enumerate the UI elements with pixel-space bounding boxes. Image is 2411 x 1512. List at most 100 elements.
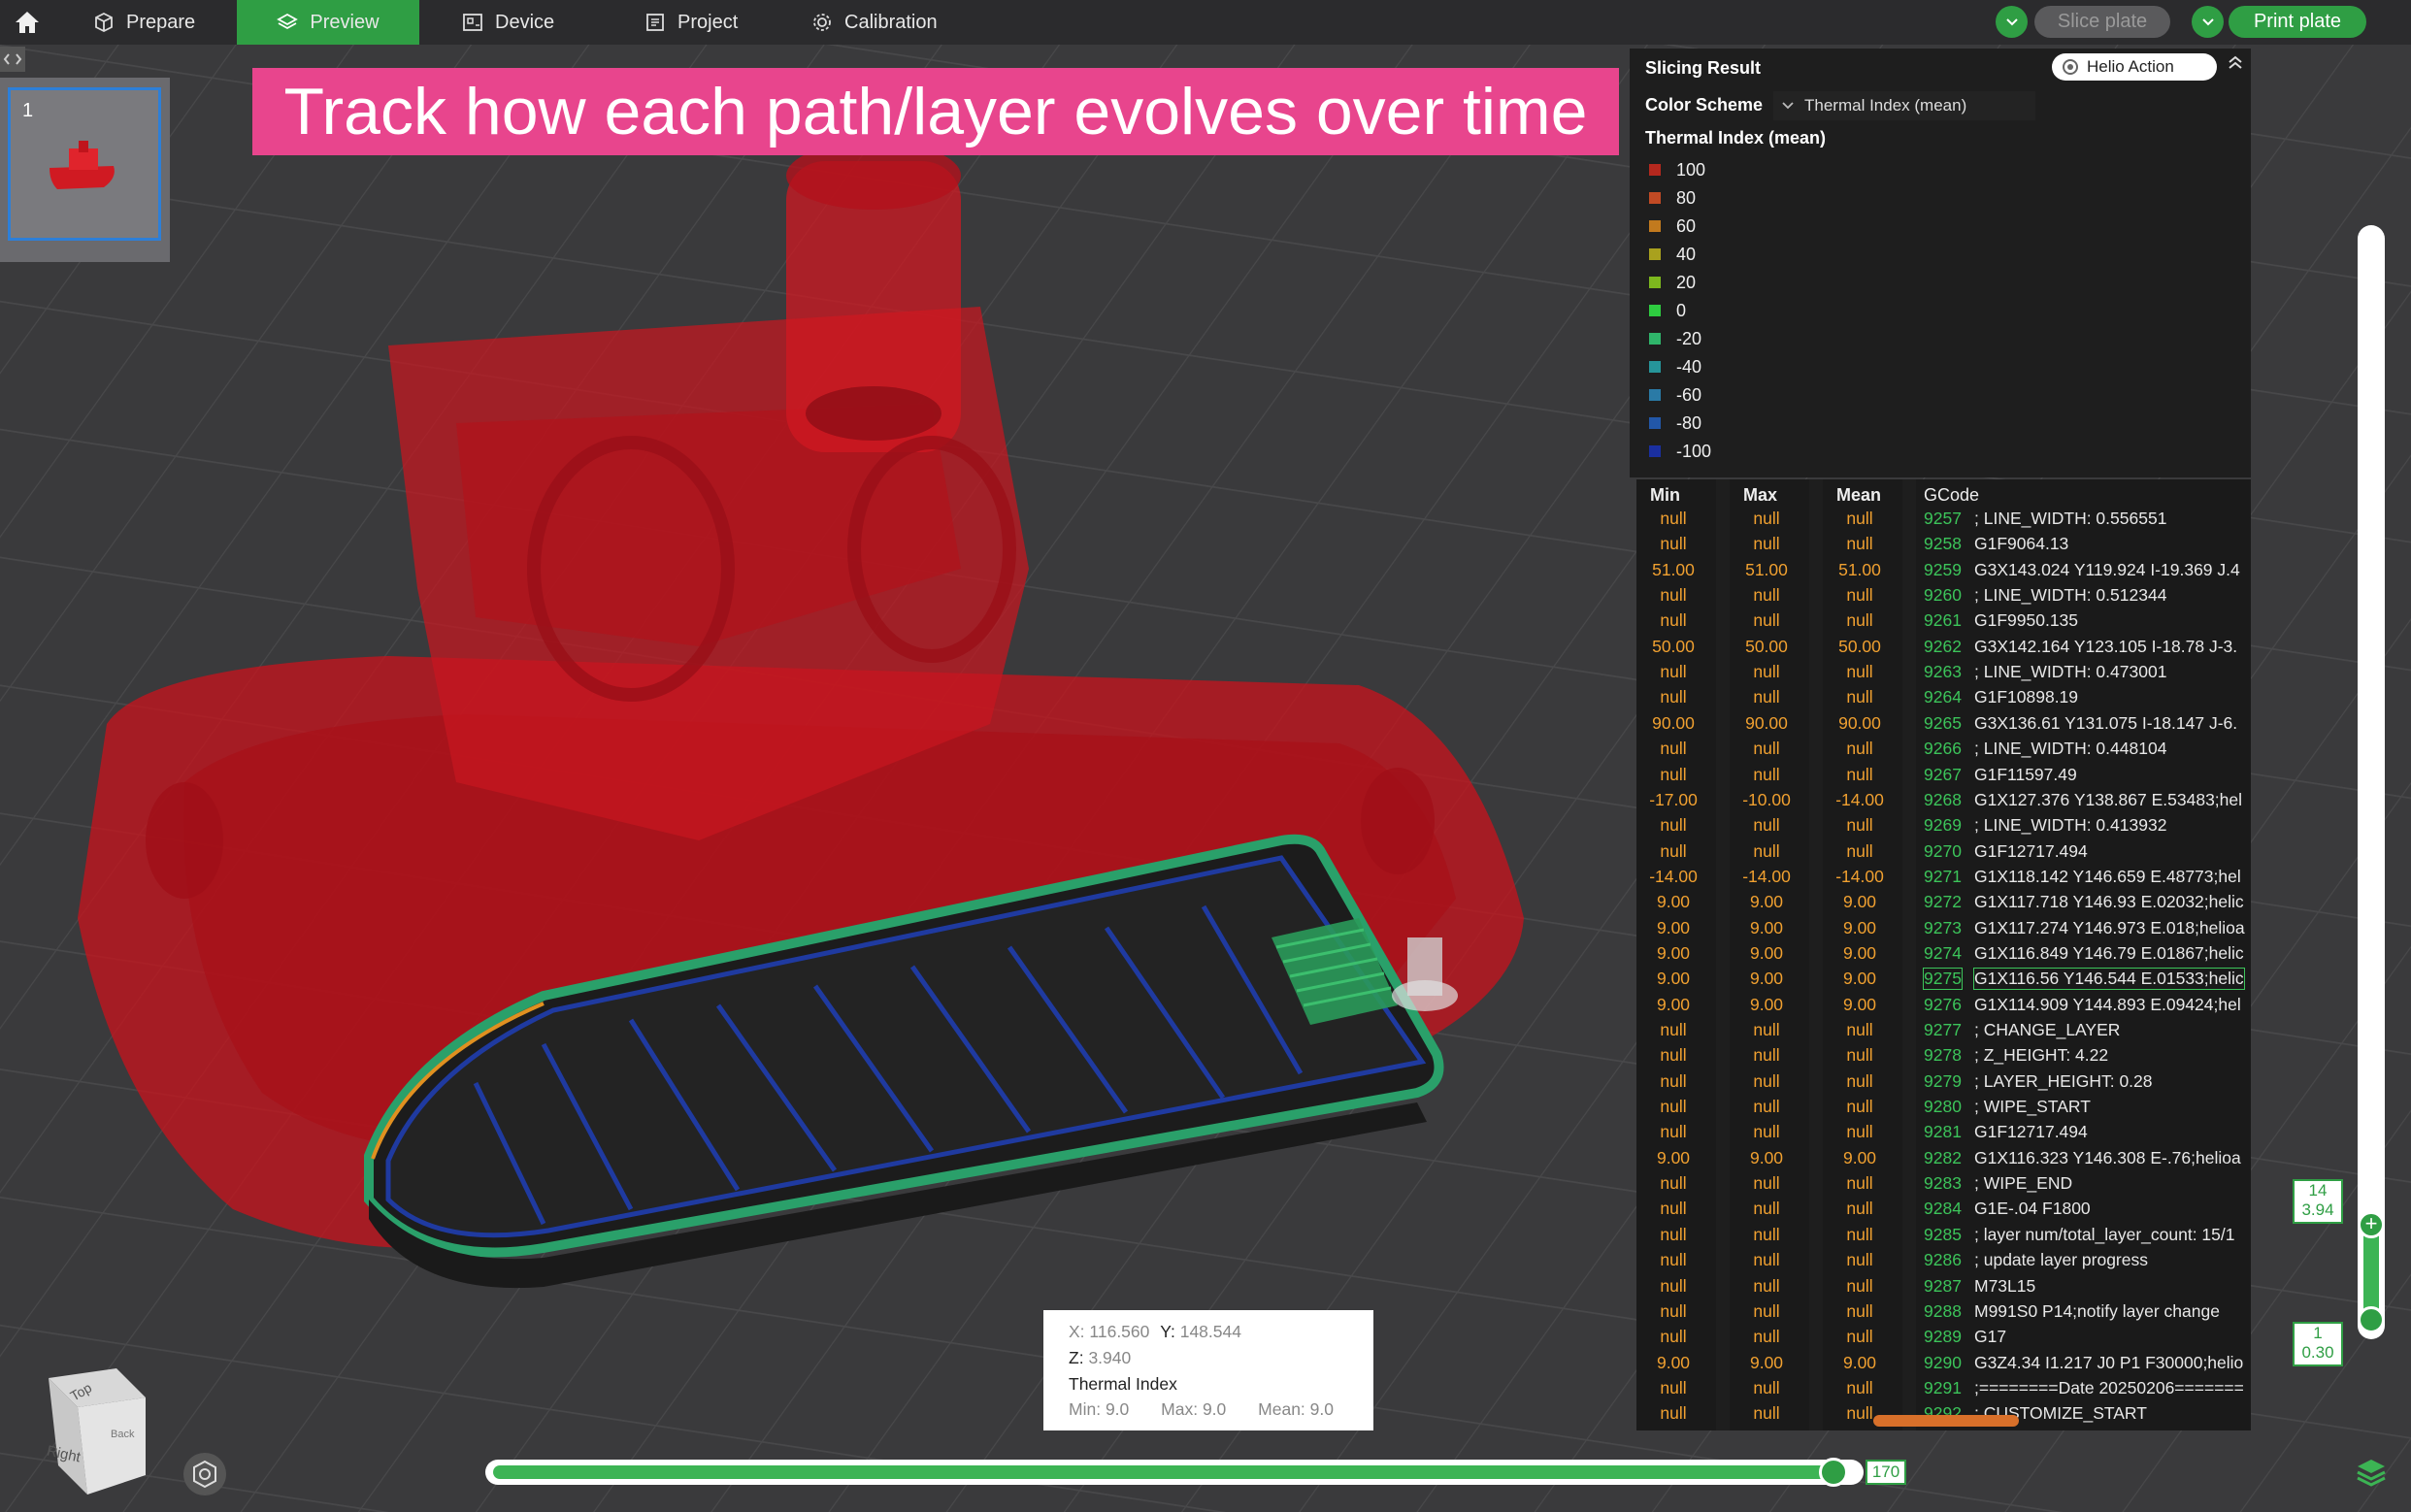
slice-dropdown-button[interactable] [1996, 6, 2028, 38]
legend-swatch [1649, 192, 1661, 204]
table-row[interactable]: null null null 9269 ; LINE_WIDTH: 0.413932 [1636, 815, 2251, 840]
cell-min: 51.00 [1652, 559, 1695, 579]
collapse-sidebar-button[interactable] [0, 47, 25, 72]
color-legend: 100 80 60 40 20 0 -20 -40 -60 -80 -100 [1630, 157, 2251, 461]
layer-move-slider[interactable]: 170 [485, 1456, 1906, 1489]
slice-plate-button[interactable]: Slice plate [2034, 6, 2170, 38]
cell-mean: null [1846, 764, 1873, 784]
cell-code: G1X114.909 Y144.893 E.09424;hel [1974, 994, 2241, 1014]
helio-action-button[interactable]: Helio Action [2052, 53, 2217, 81]
table-row[interactable]: null null null 9266 ; LINE_WIDTH: 0.448104 [1636, 739, 2251, 764]
cell-ln: 9271 [1924, 866, 1962, 886]
cell-ln: 9288 [1924, 1300, 1962, 1321]
cell-mean: null [1846, 1250, 1873, 1270]
slider-value-box: 170 [1866, 1460, 1906, 1485]
legend-label: 20 [1676, 272, 1697, 292]
cell-min: 50.00 [1652, 636, 1695, 656]
slider-thumb[interactable] [1819, 1458, 1848, 1487]
table-row[interactable]: null null null 9289 G17 [1636, 1327, 2251, 1352]
print-dropdown-button[interactable] [2192, 6, 2224, 38]
table-row[interactable]: 9.00 9.00 9.00 9272 G1X117.718 Y146.93 E.020… [1636, 892, 2251, 917]
table-row[interactable]: null null null 9284 G1E-.04 F1800 [1636, 1199, 2251, 1224]
table-row[interactable]: 9.00 9.00 9.00 9276 G1X114.909 Y144.893 E.09… [1636, 995, 2251, 1020]
cell-mean: null [1846, 1300, 1873, 1321]
table-row[interactable]: 9.00 9.00 9.00 9290 G3Z4.34 I1.217 J0 P1 F30… [1636, 1353, 2251, 1378]
table-row[interactable]: null null null 9257 ; LINE_WIDTH: 0.556551 [1636, 509, 2251, 534]
table-row[interactable]: null null null 9283 ; WIPE_END [1636, 1173, 2251, 1199]
table-row[interactable]: null null null 9277 ; CHANGE_LAYER [1636, 1020, 2251, 1045]
add-icon[interactable]: + [2358, 1211, 2385, 1238]
tab-calibration[interactable]: Calibration [811, 0, 938, 45]
cell-min: 9.00 [1656, 917, 1691, 937]
table-row[interactable]: null null null 9285 ; layer num/total_layer_… [1636, 1225, 2251, 1250]
cell-max: 51.00 [1745, 559, 1788, 579]
legend-item: -60 [1649, 382, 1701, 408]
table-row[interactable]: null null null 9258 G1F9064.13 [1636, 534, 2251, 559]
cell-ln: 9259 [1924, 559, 1962, 579]
cell-min: 9.00 [1656, 969, 1691, 989]
cell-ln: 9275 [1923, 968, 1963, 991]
table-row[interactable]: null null null 9264 G1F10898.19 [1636, 687, 2251, 712]
cube-icon [95, 12, 113, 33]
cell-code: M991S0 P14;notify layer change [1974, 1300, 2220, 1321]
table-row[interactable]: 9.00 9.00 9.00 9274 G1X116.849 Y146.79 E.018… [1636, 943, 2251, 969]
bottom-layer-height: 0.30 [2301, 1343, 2334, 1362]
cell-max: 9.00 [1749, 917, 1784, 937]
cell-code: G1F12717.494 [1974, 1122, 2088, 1142]
layers-stack-icon[interactable] [2355, 1456, 2388, 1489]
legend-label: 40 [1676, 244, 1697, 264]
horizontal-scrollbar[interactable] [1873, 1415, 2019, 1427]
color-scheme-select[interactable]: Thermal Index (mean) [1773, 91, 2035, 120]
table-row[interactable]: null null null 9267 G1F11597.49 [1636, 765, 2251, 790]
plate-thumbnail-1[interactable]: 1 [8, 87, 161, 241]
table-row[interactable]: -14.00 -14.00 -14.00 9271 G1X118.142 Y146.65… [1636, 867, 2251, 892]
table-row[interactable]: null null null 9263 ; LINE_WIDTH: 0.473001 [1636, 662, 2251, 687]
view-cube[interactable]: Top Right Back [19, 1349, 155, 1495]
table-row[interactable]: null null null 9270 G1F12717.494 [1636, 841, 2251, 867]
table-row[interactable]: null null null 9278 ; Z_HEIGHT: 4.22 [1636, 1045, 2251, 1070]
table-row[interactable]: 50.00 50.00 50.00 9262 G3X142.164 Y123.105 I… [1636, 637, 2251, 662]
table-row[interactable]: -17.00 -10.00 -14.00 9268 G1X127.376 Y138.86… [1636, 790, 2251, 815]
table-row[interactable]: 9.00 9.00 9.00 9273 G1X117.274 Y146.973 E.01… [1636, 918, 2251, 943]
home-button[interactable] [8, 0, 47, 45]
cell-ln: 9282 [1924, 1147, 1962, 1167]
cell-code: ; LAYER_HEIGHT: 0.28 [1974, 1070, 2153, 1091]
cell-ln: 9281 [1924, 1122, 1962, 1142]
tab-device[interactable]: Device [462, 0, 554, 45]
cell-mean: 9.00 [1842, 917, 1877, 937]
table-row[interactable]: 51.00 51.00 51.00 9259 G3X143.024 Y119.924 I… [1636, 560, 2251, 585]
cell-ln: 9285 [1924, 1224, 1962, 1244]
table-row[interactable]: 90.00 90.00 90.00 9265 G3X136.61 Y131.075 I-… [1636, 713, 2251, 739]
cell-mean: null [1846, 1097, 1873, 1117]
reset-view-icon[interactable] [181, 1450, 229, 1498]
collapse-panel-icon[interactable] [2227, 54, 2244, 70]
table-row[interactable]: null null null 9280 ; WIPE_START [1636, 1097, 2251, 1122]
table-row[interactable]: null null null 9291 ;========Date 20250206==… [1636, 1378, 2251, 1403]
table-row[interactable]: null null null 9288 M991S0 P14;notify layer … [1636, 1301, 2251, 1327]
table-row[interactable]: 9.00 9.00 9.00 9275 G1X116.56 Y146.544 E.015… [1636, 968, 2251, 994]
plate-number: 1 [22, 100, 34, 121]
vslider-bottom-thumb[interactable] [2358, 1306, 2385, 1333]
table-row[interactable]: null null null 9287 M73L15 [1636, 1276, 2251, 1301]
cell-max: -10.00 [1742, 789, 1791, 809]
cell-ln: 9268 [1924, 789, 1962, 809]
table-row[interactable]: null null null 9261 G1F9950.135 [1636, 610, 2251, 636]
cell-min: 9.00 [1656, 942, 1691, 963]
legend-item: 0 [1649, 298, 1686, 323]
tab-prepare[interactable]: Prepare [93, 0, 195, 45]
cell-max: null [1753, 815, 1780, 836]
cell-mean: 9.00 [1842, 942, 1877, 963]
cell-max: null [1753, 1020, 1780, 1039]
cell-code: ; WIPE_END [1974, 1173, 2073, 1194]
tab-preview[interactable]: Preview [237, 0, 419, 45]
table-row[interactable]: null null null 9260 ; LINE_WIDTH: 0.512344 [1636, 585, 2251, 610]
print-plate-button[interactable]: Print plate [2229, 6, 2366, 38]
legend-label: 100 [1676, 159, 1706, 180]
table-row[interactable]: 9.00 9.00 9.00 9282 G1X116.323 Y146.308 E-.7… [1636, 1148, 2251, 1173]
layer-height-slider[interactable]: + [2354, 225, 2389, 1339]
table-row[interactable]: null null null 9286 ; update layer progress [1636, 1250, 2251, 1275]
table-row[interactable]: null null null 9281 G1F12717.494 [1636, 1122, 2251, 1147]
legend-label: -60 [1676, 384, 1702, 405]
table-row[interactable]: null null null 9279 ; LAYER_HEIGHT: 0.28 [1636, 1071, 2251, 1097]
tab-project[interactable]: Project [644, 0, 738, 45]
